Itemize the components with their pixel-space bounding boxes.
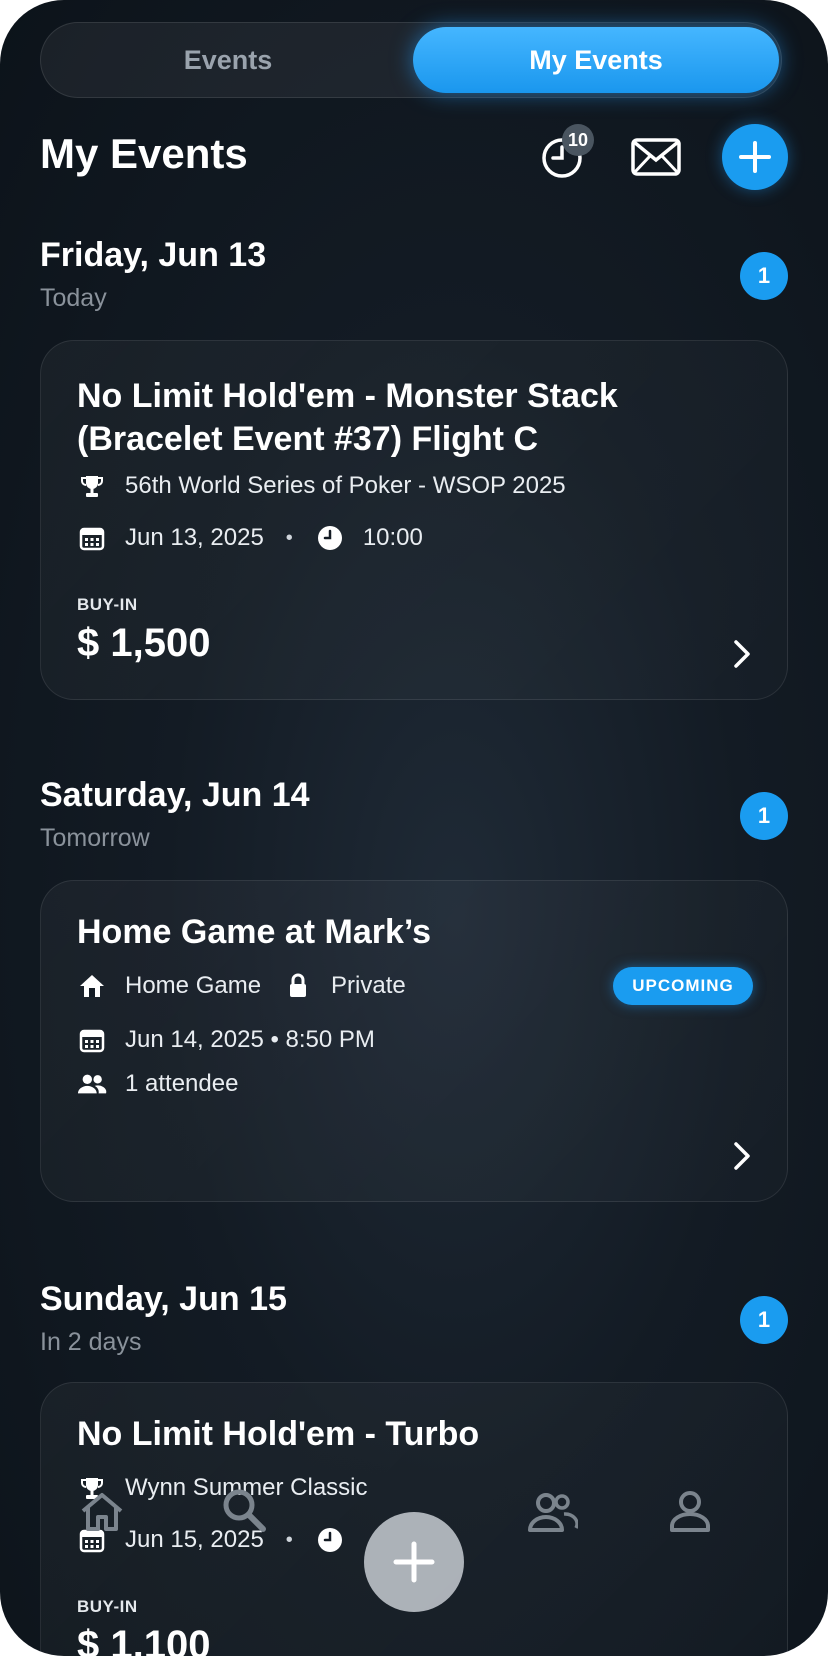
buyin-label: BUY-IN	[77, 595, 138, 614]
plus-icon	[393, 1541, 435, 1583]
day-header-subtitle: Tomorrow	[40, 824, 150, 852]
event-attendees-row: 1 attendee	[77, 1069, 238, 1099]
event-time: 10:00	[362, 524, 423, 551]
add-event-button[interactable]	[722, 124, 788, 190]
clock-icon	[315, 523, 345, 553]
event-datetime: Jun 14, 2025 • 8:50 PM	[125, 1026, 375, 1053]
event-title: No Limit Hold'em - Monster Stack (Bracel…	[77, 377, 618, 458]
day-event-count-badge: 1	[740, 252, 788, 300]
segmented-control: Events My Events	[40, 22, 782, 98]
people-icon	[528, 1493, 578, 1532]
buyin-label: BUY-IN	[77, 1597, 138, 1616]
people-icon	[77, 1069, 107, 1099]
event-series: 56th World Series of Poker - WSOP 2025	[125, 472, 566, 499]
history-count-badge: 10	[562, 124, 594, 156]
plus-icon	[739, 141, 771, 173]
chevron-right-icon	[734, 640, 750, 668]
house-icon	[77, 971, 107, 1001]
tab-events[interactable]: Events	[45, 27, 411, 93]
event-type: Home Game	[125, 972, 262, 999]
event-attendees: 1 attendee	[125, 1070, 239, 1097]
tab-home[interactable]	[72, 1482, 132, 1542]
chevron-right-icon	[734, 1142, 750, 1170]
day-header-title: Saturday, Jun 14	[40, 776, 310, 814]
tab-profile[interactable]	[660, 1482, 720, 1542]
tab-my-events[interactable]: My Events	[413, 27, 779, 93]
event-series-row: 56th World Series of Poker - WSOP 2025	[77, 471, 566, 501]
day-header-title: Sunday, Jun 15	[40, 1280, 287, 1318]
create-event-fab[interactable]	[364, 1512, 464, 1612]
day-header-subtitle: In 2 days	[40, 1328, 142, 1356]
buyin-value: $ 1,100	[77, 1623, 211, 1656]
day-event-count-badge: 1	[740, 1296, 788, 1344]
tab-search[interactable]	[214, 1480, 274, 1540]
page-title: My Events	[40, 130, 248, 177]
event-datetime-row: Jun 13, 2025 • 10:00	[77, 523, 423, 553]
tab-friends[interactable]	[522, 1482, 582, 1542]
profile-icon	[670, 1491, 710, 1532]
separator-dot: •	[285, 526, 293, 549]
status-badge: UPCOMING	[613, 967, 753, 1005]
day-header-subtitle: Today	[40, 284, 107, 312]
calendar-icon	[77, 1025, 107, 1055]
calendar-icon	[77, 523, 107, 553]
event-card[interactable]: Home Game at Mark’s Home Game Private UP…	[40, 880, 788, 1202]
event-type-row: Home Game Private	[77, 971, 406, 1001]
event-datetime-row: Jun 14, 2025 • 8:50 PM	[77, 1025, 375, 1055]
messages-button[interactable]	[628, 134, 684, 180]
event-date: Jun 13, 2025	[125, 524, 264, 551]
lock-icon	[283, 971, 313, 1001]
day-header-title: Friday, Jun 13	[40, 236, 267, 274]
mail-icon	[631, 138, 681, 176]
search-icon	[223, 1489, 266, 1532]
buyin-value: $ 1,500	[77, 621, 211, 665]
event-card[interactable]: No Limit Hold'em - Monster Stack (Bracel…	[40, 340, 788, 700]
day-event-count-badge: 1	[740, 792, 788, 840]
event-title: Home Game at Mark’s	[77, 913, 431, 951]
event-privacy: Private	[331, 972, 406, 999]
home-icon	[81, 1493, 123, 1531]
app-screen: Events My Events My Events 10 Friday, Ju…	[0, 0, 828, 1656]
trophy-icon	[77, 471, 107, 501]
